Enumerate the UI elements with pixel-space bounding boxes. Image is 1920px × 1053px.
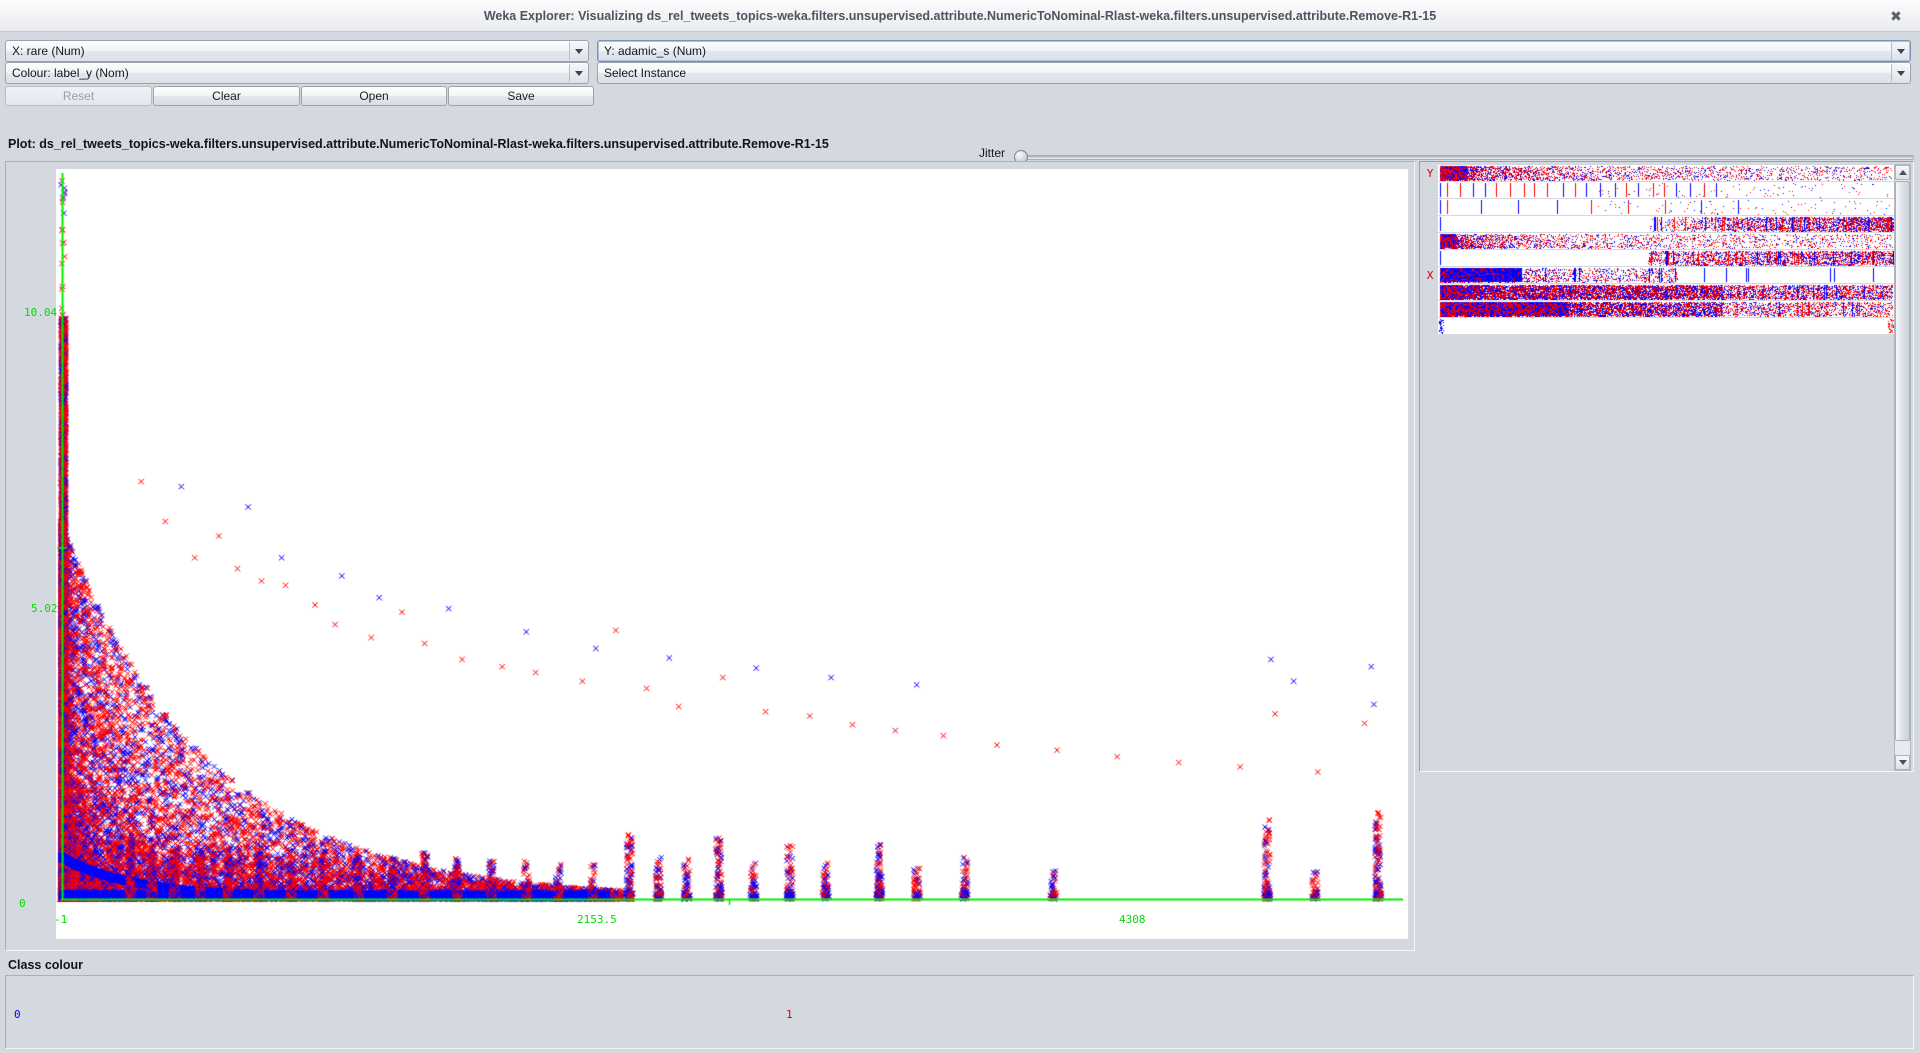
open-button[interactable]: Open [301,86,447,106]
scatter-plot-area[interactable] [56,169,1408,939]
chevron-down-icon[interactable] [569,42,587,60]
legend-entry-class-0[interactable]: 0 [14,1008,21,1021]
reset-button[interactable]: Reset [5,86,152,106]
attribute-strip-canvas[interactable] [1438,165,1894,181]
x-axis-strip-marker: X [1426,269,1434,282]
scatter-plot-panel[interactable]: 10.04 5.02 0 -1 2153.5 4308 [5,161,1415,951]
attribute-strip-canvas[interactable] [1438,250,1894,266]
scrollbar-thumb[interactable] [1895,181,1910,741]
clear-button[interactable]: Clear [153,86,300,106]
attribute-strips-panel[interactable]: YX [1419,161,1914,772]
controls-area: X: rare (Num) Y: adamic_s (Num) Colour: … [0,32,1920,164]
y-axis-select-value: Y: adamic_s (Num) [604,44,707,58]
chevron-down-icon[interactable] [569,64,587,82]
strip-marker-empty [1423,285,1437,300]
window-titlebar: Weka Explorer: Visualizing ds_rel_tweets… [0,0,1920,32]
attribute-strip-row[interactable] [1423,182,1894,199]
chevron-down-icon[interactable] [1891,64,1909,82]
strip-marker-empty [1423,183,1437,198]
attribute-strip-row[interactable]: X [1423,267,1894,284]
attribute-strip-row[interactable] [1423,284,1894,301]
plot-title: Plot: ds_rel_tweets_topics-weka.filters.… [8,137,829,151]
strip-marker-empty [1423,217,1437,232]
attribute-strip-row[interactable] [1423,301,1894,318]
attribute-panel-scrollbar[interactable] [1894,164,1911,771]
strip-marker-empty [1423,302,1437,317]
attribute-strips-list[interactable]: YX [1423,165,1894,770]
y-axis-strip-marker: Y [1426,167,1434,180]
strip-marker-empty [1423,234,1437,249]
y-axis-max-label: 10.04 [24,306,58,319]
attribute-strip-canvas[interactable] [1438,199,1894,215]
colour-attribute-select-value: Colour: label_y (Nom) [12,66,129,80]
class-colour-panel[interactable]: 0 1 [5,975,1914,1049]
class-colour-label: Class colour [8,958,84,972]
attribute-strip-row[interactable] [1423,318,1894,335]
save-button[interactable]: Save [448,86,594,106]
attribute-strip-canvas[interactable] [1438,301,1894,317]
attribute-strip-canvas[interactable] [1438,318,1894,334]
chevron-down-icon[interactable] [1891,42,1909,60]
legend-entry-class-1[interactable]: 1 [786,1008,793,1021]
scatter-plot-canvas[interactable] [56,169,1408,939]
attribute-strip-row[interactable] [1423,216,1894,233]
select-instance-value: Select Instance [604,66,687,80]
y-axis-select[interactable]: Y: adamic_s (Num) [597,40,1911,62]
strip-marker-empty [1423,319,1437,334]
strip-marker-empty [1423,251,1437,266]
x-axis-min-label: -1 [54,913,68,926]
scroll-up-icon[interactable] [1895,165,1910,180]
attribute-strip-canvas[interactable] [1438,216,1894,232]
x-axis-mid-label: 2153.5 [577,913,617,926]
jitter-label: Jitter [979,146,1006,160]
close-icon[interactable]: ✖ [1882,0,1910,32]
attribute-strip-canvas[interactable] [1438,284,1894,300]
attribute-strip-row[interactable] [1423,233,1894,250]
attribute-strip-row[interactable]: Y [1423,165,1894,182]
window-title: Weka Explorer: Visualizing ds_rel_tweets… [483,9,1437,23]
y-axis-mid-label: 5.02 [31,602,58,615]
x-axis-select-value: X: rare (Num) [12,44,85,58]
attribute-strip-row[interactable] [1423,250,1894,267]
x-axis-max-label: 4308 [1119,913,1146,926]
jitter-slider-track[interactable] [1022,155,1914,160]
colour-attribute-select[interactable]: Colour: label_y (Nom) [5,62,589,84]
attribute-strip-canvas[interactable] [1438,182,1894,198]
y-axis-min-label: 0 [19,897,26,910]
x-axis-select[interactable]: X: rare (Num) [5,40,589,62]
attribute-strip-row[interactable] [1423,199,1894,216]
attribute-strip-canvas[interactable] [1438,267,1894,283]
strip-marker-empty [1423,200,1437,215]
attribute-strip-canvas[interactable] [1438,233,1894,249]
select-instance-dropdown[interactable]: Select Instance [597,62,1911,84]
scroll-down-icon[interactable] [1895,755,1910,770]
